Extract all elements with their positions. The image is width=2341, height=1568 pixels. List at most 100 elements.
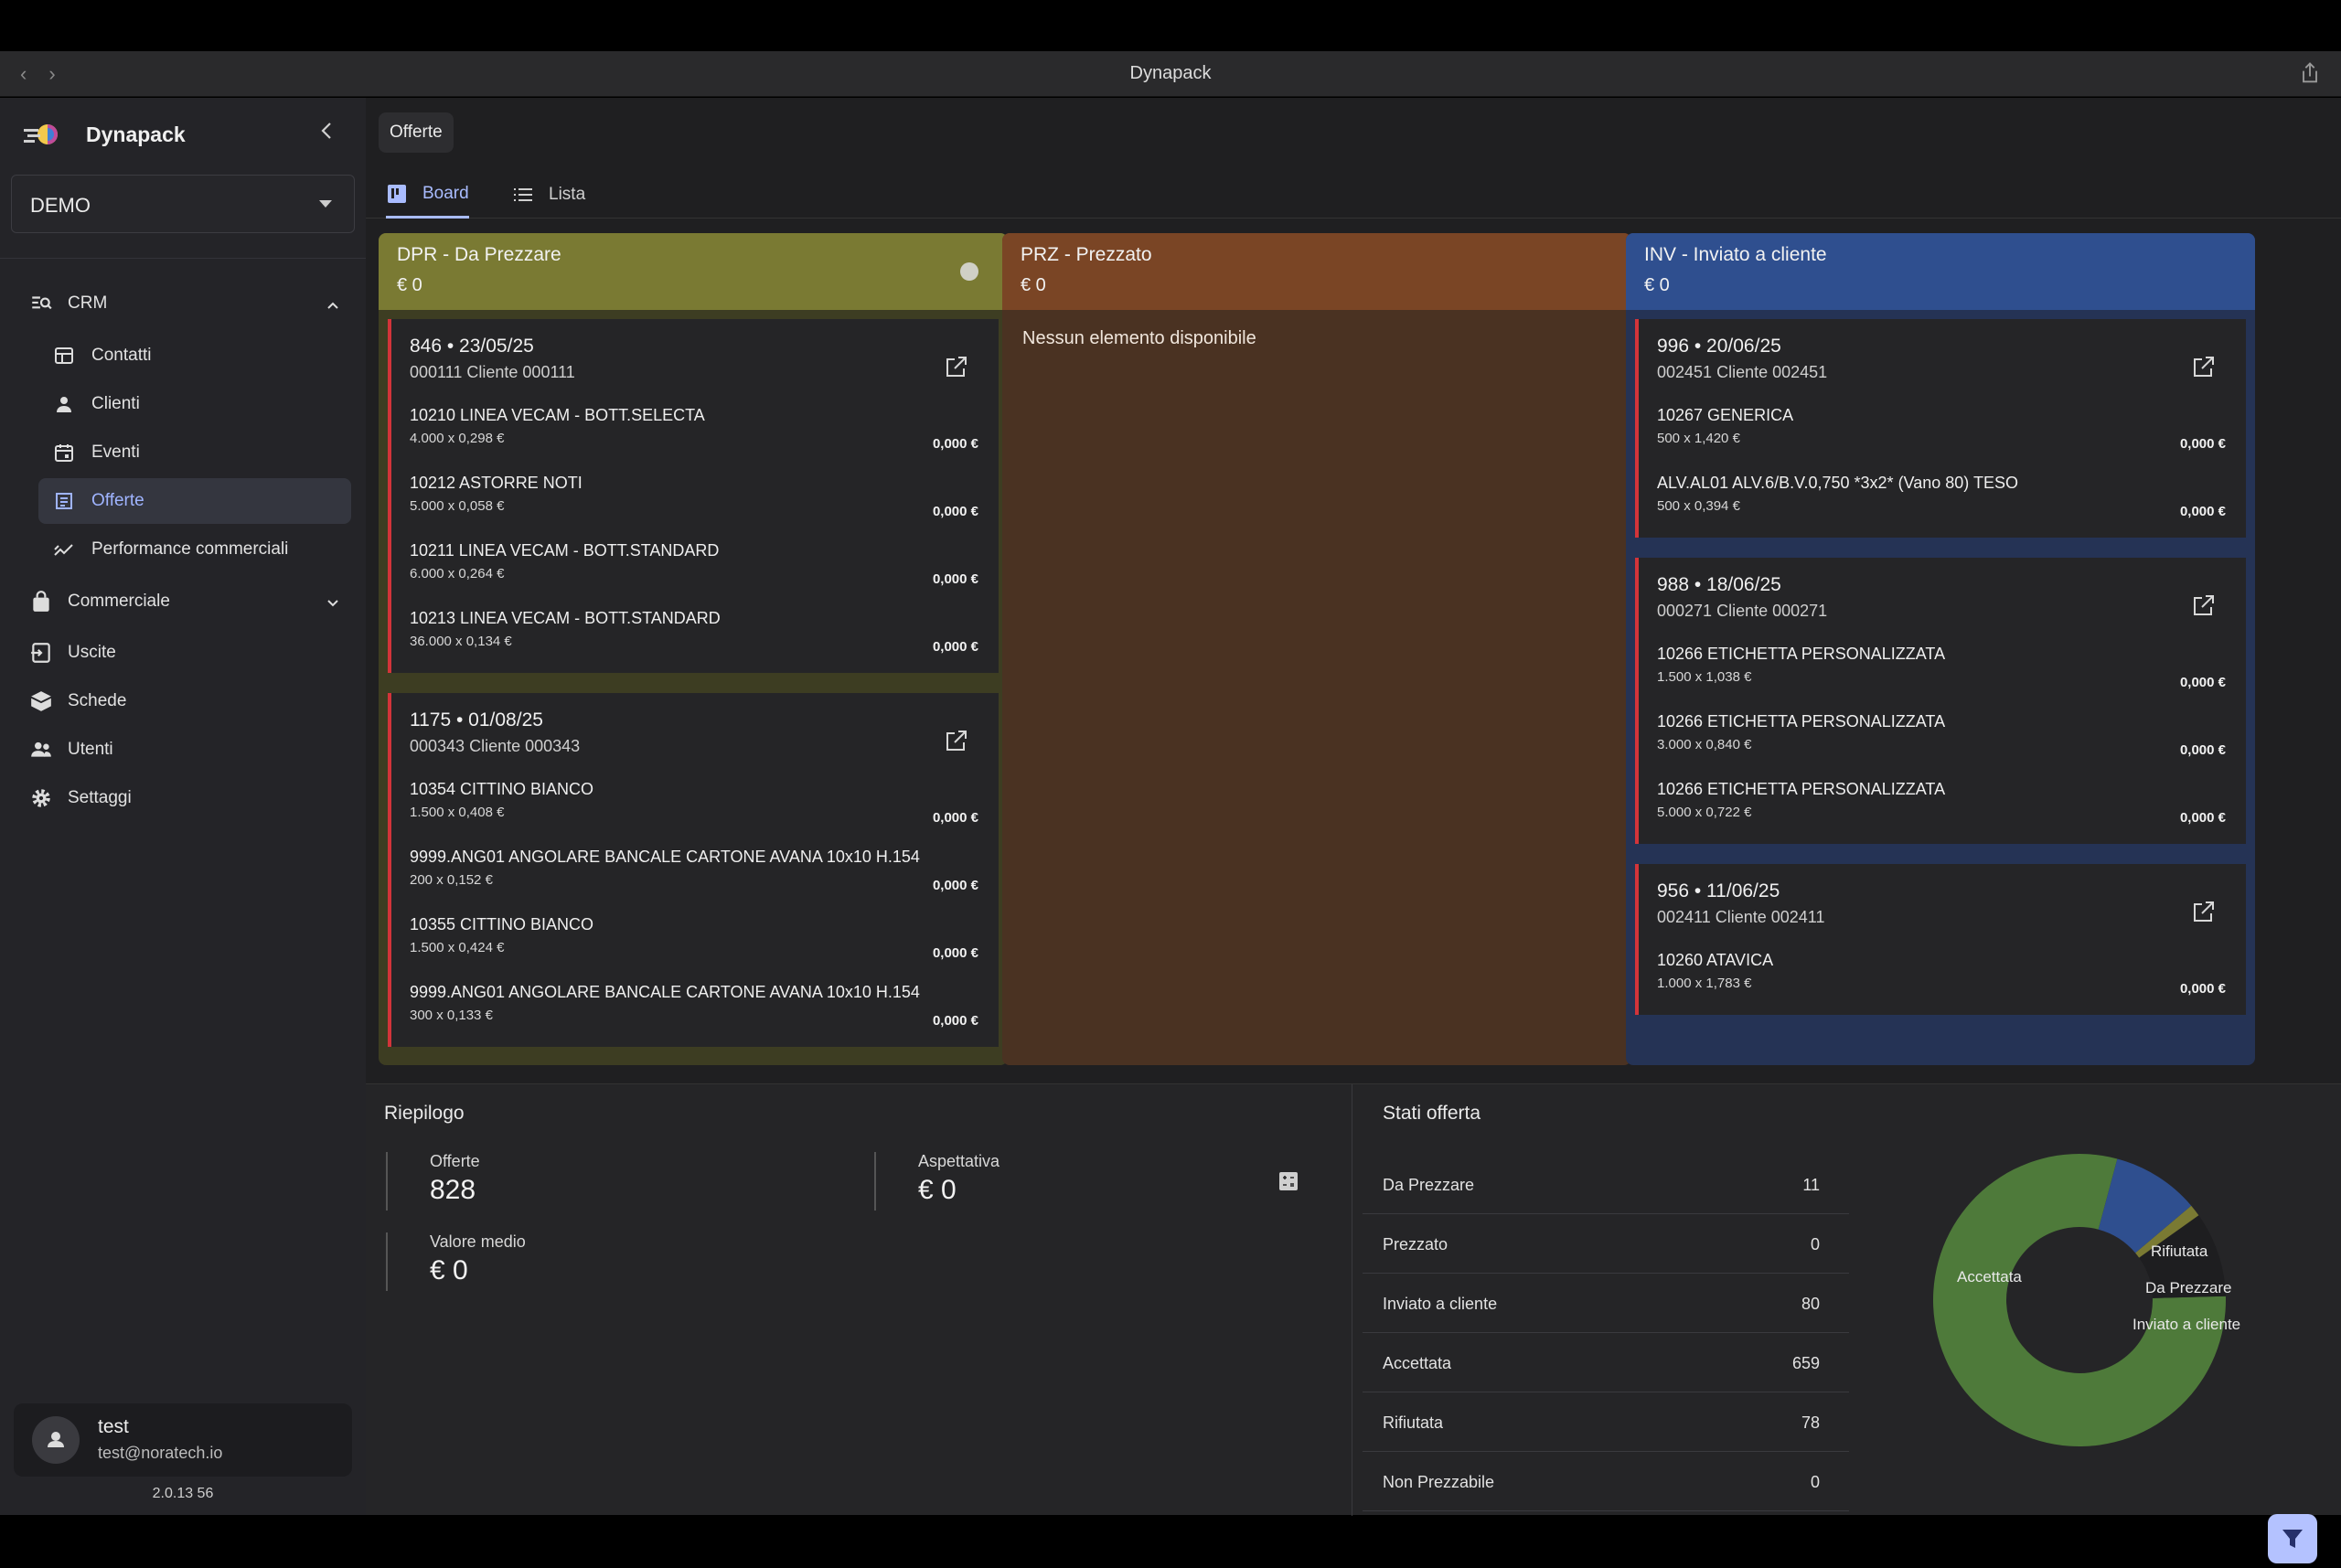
chevron-up-icon[interactable]	[326, 298, 340, 313]
offers-icon	[56, 493, 72, 509]
user-card[interactable]: test test@noratech.io	[14, 1403, 352, 1477]
line-description: 10266 ETICHETTA PERSONALIZZATA	[1657, 712, 1946, 731]
bag-icon	[33, 591, 49, 612]
tab-lista[interactable]: Lista	[512, 171, 585, 219]
nav-settaggi-label: Settaggi	[68, 788, 132, 807]
nav-eventi[interactable]: Eventi	[38, 430, 351, 475]
offer-card-client: 000343 Cliente 000343	[410, 737, 581, 755]
nav-performance-label: Performance commerciali	[91, 539, 289, 559]
state-row: Rifiutata 78	[1363, 1393, 1849, 1452]
person-icon	[57, 397, 71, 412]
nav-performance[interactable]: Performance commerciali	[38, 527, 351, 572]
avatar	[32, 1416, 80, 1464]
offer-line: 10354 CITTINO BIANCO 1.500 x 0,408 € 0,000…	[410, 780, 980, 831]
line-total: 0,000 €	[2179, 810, 2226, 826]
nav-crm[interactable]: CRM	[29, 285, 107, 322]
metric-valore-medio: Valore medio € 0	[386, 1232, 526, 1291]
nav-schede[interactable]: Schede	[29, 683, 126, 720]
states-title: Stati offerta	[1383, 1103, 1481, 1124]
calculator-icon[interactable]	[1277, 1170, 1299, 1192]
offer-line: 10355 CITTINO BIANCO 1.500 x 0,424 € 0,000…	[410, 915, 980, 966]
line-total: 0,000 €	[932, 504, 978, 519]
offer-lines: 10260 ATAVICA 1.000 x 1,783 € 0,000 €	[1657, 951, 2228, 1006]
state-label: Non Prezzabile	[1383, 1473, 1495, 1491]
column-title: DPR - Da Prezzare	[397, 244, 561, 265]
offer-lines: 10210 LINEA VECAM - BOTT.SELECTA 4.000 x …	[410, 406, 980, 664]
user-name: test	[98, 1416, 129, 1437]
view-tabs: Board Lista	[366, 171, 2341, 219]
offer-card[interactable]: 996 • 20/06/25 002451 Cliente 002451 10267…	[1635, 319, 2246, 538]
line-total: 0,000 €	[2179, 504, 2226, 519]
offer-lines: 10267 GENERICA 500 x 1,420 € 0,000 € ALV.AL…	[1657, 406, 2228, 528]
offer-lines: 10266 ETICHETTA PERSONALIZZATA 1.500 x 1,…	[1657, 645, 2228, 835]
line-total: 0,000 €	[932, 436, 978, 452]
share-icon[interactable]	[2297, 60, 2323, 86]
open-external-icon[interactable]	[2191, 592, 2217, 618]
offer-card[interactable]: 846 • 23/05/25 000111 Cliente 000111 10210…	[388, 319, 999, 673]
line-description: ALV.AL01 ALV.6/B.V.0,750 *3x2* (Vano 80)…	[1657, 474, 2018, 492]
line-quantity-price: 500 x 0,394 €	[1657, 498, 1740, 514]
state-value: 11	[1802, 1176, 1820, 1194]
history-nav: ‹ ›	[20, 62, 56, 86]
line-quantity-price: 6.000 x 0,264 €	[410, 566, 505, 581]
brand-name: Dynapack	[86, 122, 186, 146]
offer-line: 10210 LINEA VECAM - BOTT.SELECTA 4.000 x …	[410, 406, 980, 457]
metric-aspettativa: Aspettativa € 0	[874, 1152, 999, 1211]
app-version: 2.0.13 56	[152, 1486, 214, 1501]
offer-line: 10212 ASTORRE NOTI 5.000 x 0,058 € 0,000 €	[410, 474, 980, 525]
brand[interactable]: Dynapack	[22, 118, 186, 151]
metric-aspettativa-label: Aspettativa	[918, 1152, 1000, 1170]
offer-card[interactable]: 1175 • 01/08/25 000343 Cliente 000343 1035…	[388, 693, 999, 1047]
line-description: 9999.ANG01 ANGOLARE BANCALE CARTONE AVAN…	[410, 983, 920, 1001]
company-select[interactable]: DEMO	[11, 175, 355, 233]
offer-line: 10213 LINEA VECAM - BOTT.STANDARD 36.000 …	[410, 609, 980, 660]
nav-offerte[interactable]: Offerte	[38, 478, 351, 524]
column-body: 996 • 20/06/25 002451 Cliente 002451 10267…	[1626, 310, 2255, 1065]
offer-card[interactable]: 988 • 18/06/25 000271 Cliente 000271 10266…	[1635, 558, 2246, 844]
line-total: 0,000 €	[2179, 436, 2226, 452]
offer-line: 10211 LINEA VECAM - BOTT.STANDARD 6.000 x…	[410, 541, 980, 592]
collapse-sidebar-icon[interactable]	[316, 120, 338, 142]
nav-settaggi[interactable]: Settaggi	[29, 780, 132, 816]
open-external-icon[interactable]	[2191, 354, 2217, 379]
line-quantity-price: 5.000 x 0,058 €	[410, 498, 505, 514]
offer-card[interactable]: 956 • 11/06/25 002411 Cliente 002411 10260…	[1635, 864, 2246, 1015]
tab-board[interactable]: Board	[386, 171, 469, 219]
company-select-value: DEMO	[30, 194, 91, 217]
line-description: 10211 LINEA VECAM - BOTT.STANDARD	[410, 541, 720, 560]
check-circle-icon	[960, 262, 978, 281]
line-total: 0,000 €	[2179, 742, 2226, 758]
nav-utenti[interactable]: Utenti	[29, 731, 113, 768]
offer-card-header: 956 • 11/06/25	[1657, 880, 1780, 901]
state-row: Da Prezzare 11	[1363, 1156, 1849, 1214]
offer-card-header: 996 • 20/06/25	[1657, 336, 1781, 357]
nav-contatti[interactable]: Contatti	[38, 333, 351, 379]
exit-icon	[31, 643, 50, 663]
tab-board-label: Board	[422, 183, 469, 203]
open-external-icon[interactable]	[2191, 899, 2217, 924]
line-description: 10213 LINEA VECAM - BOTT.STANDARD	[410, 609, 721, 627]
open-external-icon[interactable]	[944, 728, 969, 753]
summary-panel: Riepilogo Offerte 828 Aspettativa € 0 Va…	[366, 1083, 2341, 1563]
forward-icon[interactable]: ›	[48, 62, 55, 86]
crm-search-icon	[32, 296, 52, 310]
filter-button[interactable]	[2268, 1514, 2317, 1563]
state-row: Non Prezzabile 0	[1363, 1453, 1849, 1511]
line-total: 0,000 €	[932, 878, 978, 893]
chevron-down-icon[interactable]	[326, 596, 340, 611]
open-external-icon[interactable]	[944, 354, 969, 379]
nav-uscite[interactable]: Uscite	[29, 635, 116, 671]
state-row: Accettata 659	[1363, 1334, 1849, 1392]
column-body: Nessun elemento disponibile	[1002, 310, 1631, 1065]
nav-clienti[interactable]: Clienti	[38, 381, 351, 427]
line-description: 10212 ASTORRE NOTI	[410, 474, 583, 492]
offer-line: 9999.ANG01 ANGOLARE BANCALE CARTONE AVAN…	[410, 983, 980, 1034]
nav-eventi-label: Eventi	[91, 443, 140, 462]
offer-card-client: 002411 Cliente 002411	[1657, 908, 1825, 926]
offer-card-header: 988 • 18/06/25	[1657, 574, 1781, 595]
metric-aspettativa-value: € 0	[918, 1175, 957, 1205]
nav-commerciale[interactable]: Commerciale	[29, 583, 170, 620]
state-label: Da Prezzare	[1383, 1176, 1475, 1194]
back-icon[interactable]: ‹	[20, 62, 27, 86]
offer-line: 10267 GENERICA 500 x 1,420 € 0,000 €	[1657, 406, 2228, 457]
